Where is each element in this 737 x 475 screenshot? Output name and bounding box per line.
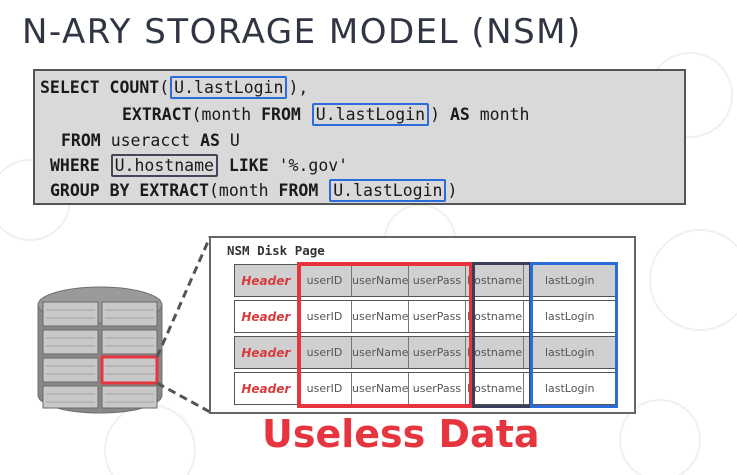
nsm-disk-page: NSM Disk Page Header userID userName use… <box>209 236 636 414</box>
cell-userid: userID <box>298 337 353 368</box>
header-cell: Header <box>235 265 298 296</box>
cell-lastlogin: lastLogin <box>544 310 595 323</box>
cell-userid: userID <box>298 265 353 296</box>
cell-username: userName <box>352 265 410 296</box>
sql-keyword: EXTRACT <box>122 105 192 124</box>
cell-userpass: userPass <box>409 337 466 368</box>
sql-line-4: WHERE U.hostname LIKE '%.gov' <box>50 154 349 177</box>
cell-lastlogin: lastLogin <box>544 346 595 359</box>
highlight-hostname: U.hostname <box>110 154 218 177</box>
tuple-row: Header userID userName userPass hostname… <box>234 264 616 297</box>
cell-userpass: userPass <box>409 301 466 332</box>
cell-userid: userID <box>298 301 353 332</box>
page-label: NSM Disk Page <box>227 243 325 258</box>
sql-keyword: FROM <box>278 181 319 200</box>
sql-query-box: SELECT COUNT(U.lastLogin), EXTRACT(month… <box>33 69 686 205</box>
sql-keyword: AS <box>449 105 470 124</box>
cell-hostname: hostname <box>466 373 525 404</box>
sql-keyword: COUNT <box>109 78 160 97</box>
highlight-lastlogin: U.lastLogin <box>311 103 430 126</box>
highlight-lastlogin: U.lastLogin <box>329 179 447 202</box>
sql-line-5: GROUP BY EXTRACT(month FROM U.lastLogin) <box>50 179 458 202</box>
tuple-row: Header userID userName userPass hostname… <box>234 300 616 333</box>
sql-keyword: FROM <box>61 131 101 150</box>
cell-hostname: hostname <box>466 265 525 296</box>
sql-line-3: FROM useracct AS U <box>61 131 240 150</box>
sql-keyword: FROM <box>261 105 301 124</box>
sql-keyword: SELECT <box>40 78 100 97</box>
header-cell: Header <box>235 337 298 368</box>
sql-keyword: GROUP BY <box>50 181 130 200</box>
cell-username: userName <box>352 337 410 368</box>
database-icon <box>37 286 163 414</box>
highlight-lastlogin: U.lastLogin <box>170 76 288 99</box>
cell-userpass: userPass <box>409 265 466 296</box>
cell-userpass: userPass <box>409 373 466 404</box>
slide-title: N-ARY STORAGE MODEL (NSM) <box>22 12 582 52</box>
cell-hostname: hostname <box>466 301 525 332</box>
header-cell: Header <box>235 373 298 404</box>
header-cell: Header <box>235 301 298 332</box>
cell-userid: userID <box>298 373 353 404</box>
cell-username: userName <box>352 301 410 332</box>
useless-data-caption: Useless Data <box>262 412 540 456</box>
sql-keyword: AS <box>200 131 220 150</box>
tuple-row: Header userID userName userPass hostname… <box>234 336 616 369</box>
tuple-row: Header userID userName userPass hostname… <box>234 372 616 405</box>
sql-keyword: LIKE <box>228 156 269 175</box>
zoom-connector-lines <box>155 236 212 414</box>
cell-lastlogin: lastLogin <box>544 274 595 287</box>
sql-line-2: EXTRACT(month FROM U.lastLogin) AS month <box>122 103 530 126</box>
cell-hostname: hostname <box>466 337 525 368</box>
sql-keyword: WHERE <box>50 156 100 175</box>
sql-line-1: SELECT COUNT(U.lastLogin), <box>40 76 309 99</box>
cell-lastlogin: lastLogin <box>544 382 595 395</box>
sql-keyword: EXTRACT <box>139 181 209 200</box>
cell-username: userName <box>352 373 410 404</box>
